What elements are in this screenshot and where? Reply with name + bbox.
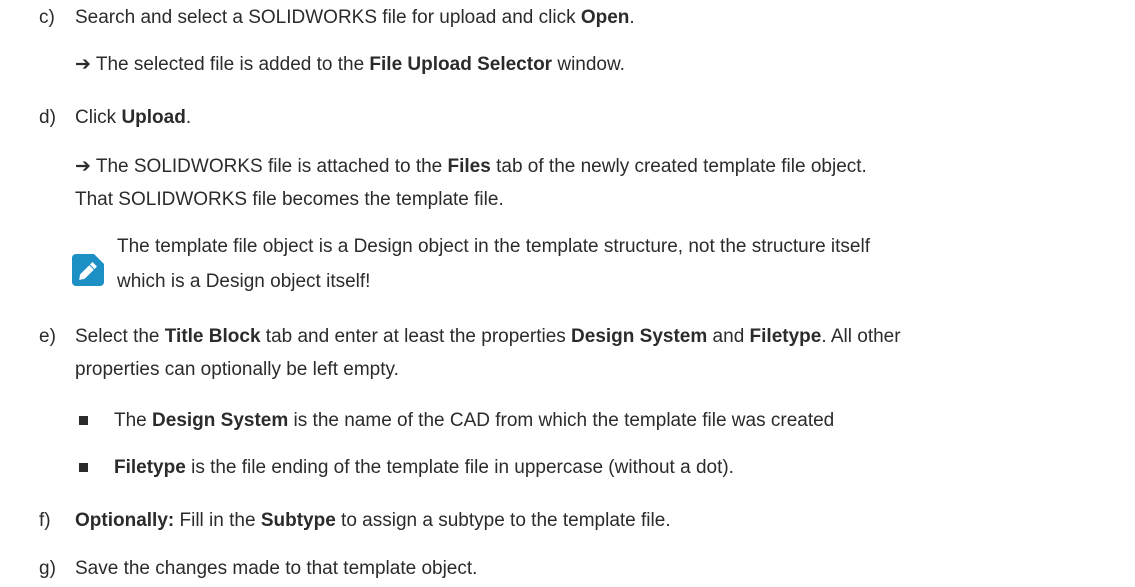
bullet-icon [79,463,88,472]
bullet-text: Filetype is the file ending of the templ… [114,457,734,478]
step-marker: c) [39,7,55,28]
arrow-icon: ➔ [75,156,91,177]
step-marker: g) [39,558,56,579]
step-marker: d) [39,107,56,128]
bullet-icon [79,416,88,425]
step-text: Save the changes made to that template o… [75,558,478,579]
result-text: ➔ The SOLIDWORKS file is attached to the… [75,156,867,177]
result-text: ➔ The selected file is added to the File… [75,54,625,75]
note-text: which is a Design object itself! [117,271,371,292]
step-marker: e) [39,326,56,347]
note-text: The template file object is a Design obj… [117,236,870,257]
step-text: Optionally: Fill in the Subtype to assig… [75,510,671,531]
step-text: properties can optionally be left empty. [75,359,399,380]
bullet-text: The Design System is the name of the CAD… [114,410,835,431]
step-text: Click Upload. [75,107,192,128]
step-text: Select the Title Block tab and enter at … [75,326,901,347]
result-text: That SOLIDWORKS file becomes the templat… [75,189,504,210]
arrow-icon: ➔ [75,54,91,75]
step-marker: f) [39,510,51,531]
step-text: Search and select a SOLIDWORKS file for … [75,7,635,28]
pencil-icon [72,254,104,286]
